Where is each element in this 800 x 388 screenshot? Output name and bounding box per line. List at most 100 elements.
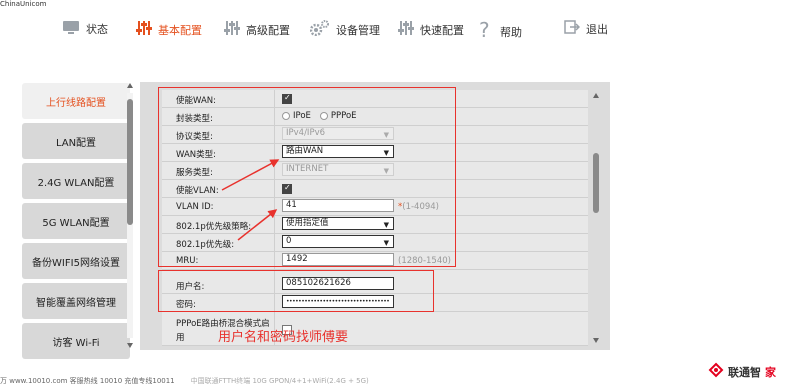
gears-icon <box>309 20 330 39</box>
nav-status-label: 状态 <box>86 22 108 36</box>
sliders-icon <box>224 20 240 39</box>
enable-wan-label: 使能WAN: <box>176 96 216 106</box>
mru-input[interactable]: 1492 <box>282 253 394 266</box>
scroll-up-icon[interactable] <box>593 93 599 98</box>
p8021-policy-label: 802.1p优先级策略: <box>176 222 252 232</box>
footer-contact: 万 www.10010.com 客服热线 10010 充值专线10011 <box>0 377 175 385</box>
help-icon: ? <box>478 18 494 43</box>
p8021-policy-select[interactable]: 使用指定值 ▼ <box>282 217 394 230</box>
p8021-label: 802.1p优先级: <box>176 240 235 250</box>
chevron-down-icon: ▼ <box>383 221 389 229</box>
nav-basic-config[interactable]: 基本配置 <box>136 20 202 39</box>
mru-label: MRU: <box>176 256 199 266</box>
row-password: 密码: •••••••••••••••••••••••••••••••••• <box>162 294 588 312</box>
p8021-policy-value: 使用指定值 <box>286 218 329 228</box>
logo-text: 联通智 <box>728 365 761 379</box>
encap-ipoe-label: IPoE <box>293 111 311 121</box>
enable-vlan-label: 使能VLAN: <box>176 186 219 196</box>
nav-basic-config-label: 基本配置 <box>158 23 202 37</box>
chevron-down-icon: ▼ <box>383 149 389 157</box>
row-wan-type: WAN类型: 路由WAN ▼ <box>162 144 588 162</box>
row-mru: MRU: 1492 (1280-1540) <box>162 252 588 270</box>
encap-pppoe-radio[interactable] <box>319 112 328 120</box>
logo-text-red: 家 <box>765 365 776 379</box>
vlan-id-hint: (1-4094) <box>402 202 439 212</box>
form-scrollbar[interactable] <box>592 93 600 343</box>
protocol-select: IPv4/IPv6 ▼ <box>282 127 394 140</box>
nav-logout-label: 退出 <box>586 22 608 36</box>
vlan-id-label: VLAN ID: <box>176 202 214 212</box>
row-8021p: 802.1p优先级: 0 ▼ <box>162 234 588 252</box>
service-value: INTERNET <box>286 164 329 174</box>
username-input[interactable]: 085102621626 <box>282 277 394 290</box>
wan-config-form: 使能WAN: 封装类型: IPoE PPPoE 协议类型: IPv4/IPv6 ▼… <box>162 90 588 346</box>
chevron-down-icon: ▼ <box>383 167 389 175</box>
chevron-down-icon: ▼ <box>383 239 389 247</box>
sidebar-item-smart-coverage[interactable]: 智能覆盖网络管理 <box>22 283 130 319</box>
sidebar-item-guest-wifi[interactable]: 访客 Wi-Fi <box>22 323 130 359</box>
sliders-icon <box>398 20 414 39</box>
row-protocol: 协议类型: IPv4/IPv6 ▼ <box>162 126 588 144</box>
enable-vlan-checkbox[interactable] <box>282 183 292 194</box>
scroll-up-icon[interactable] <box>127 83 133 88</box>
svg-text:?: ? <box>479 20 490 40</box>
encap-pppoe-label: PPPoE <box>330 111 357 121</box>
nav-logout[interactable]: 退出 <box>564 20 608 37</box>
sidebar-item-wlan-5g[interactable]: 5G WLAN配置 <box>22 203 130 239</box>
vlan-id-input[interactable]: 41 <box>282 199 394 212</box>
scroll-thumb[interactable] <box>127 99 133 225</box>
p8021-select[interactable]: 0 ▼ <box>282 235 394 248</box>
sidebar-item-wlan-24g[interactable]: 2.4G WLAN配置 <box>22 163 130 199</box>
annotation-note: 用户名和密码找师傅要 <box>218 330 349 345</box>
row-username: 用户名: 085102621626 <box>162 276 588 294</box>
sidebar-scrollbar[interactable] <box>126 83 134 348</box>
nav-device-management-label: 设备管理 <box>336 23 380 37</box>
sliders-icon <box>136 20 152 39</box>
nav-help-label: 帮助 <box>500 25 522 39</box>
brand-watermark: ChinaUnicom <box>0 0 47 8</box>
wan-type-label: WAN类型: <box>176 150 216 160</box>
encap-ipoe-radio[interactable] <box>282 112 290 120</box>
password-label: 密码: <box>176 300 196 310</box>
logout-icon <box>564 20 581 37</box>
nav-help[interactable]: ? 帮助 <box>478 18 522 43</box>
row-enable-vlan: 使能VLAN: <box>162 180 588 198</box>
protocol-label: 协议类型: <box>176 132 213 142</box>
nav-quick-config-label: 快速配置 <box>420 23 464 37</box>
top-navigation: 状态 基本配置 高级配置 设备管理 快速配置 ? 帮助 退出 <box>0 8 800 52</box>
protocol-value: IPv4/IPv6 <box>286 128 326 138</box>
row-8021p-policy: 802.1p优先级策略: 使用指定值 ▼ <box>162 216 588 234</box>
scroll-down-icon[interactable] <box>593 338 599 343</box>
nav-status[interactable]: 状态 <box>62 20 108 37</box>
wan-type-select[interactable]: 路由WAN ▼ <box>282 145 394 158</box>
service-select: INTERNET ▼ <box>282 163 394 176</box>
service-label: 服务类型: <box>176 168 213 178</box>
scroll-down-icon[interactable] <box>127 343 133 348</box>
sidebar-item-uplink[interactable]: 上行线路配置 <box>22 83 130 119</box>
sidebar-item-lan[interactable]: LAN配置 <box>22 123 130 159</box>
nav-advanced-config-label: 高级配置 <box>246 23 290 37</box>
encap-label: 封装类型: <box>176 114 213 124</box>
username-label: 用户名: <box>176 282 205 292</box>
nav-device-management[interactable]: 设备管理 <box>309 20 380 39</box>
sidebar-item-backup-wifi5[interactable]: 备份WIFI5网络设置 <box>22 243 130 279</box>
footer-device-tag: 中国联通FTTH终端 10G GPON/4+1+WiFi(2.4G + 5G) <box>190 377 369 385</box>
footer: 万 www.10010.com 客服热线 10010 充值专线10011 中国联通… <box>0 376 369 386</box>
p8021-value: 0 <box>286 236 292 246</box>
row-enable-wan: 使能WAN: <box>162 90 588 108</box>
router-admin-page: ChinaUnicom 状态 基本配置 高级配置 设备管理 快速配置 ? 帮助 … <box>0 0 800 388</box>
row-service: 服务类型: INTERNET ▼ <box>162 162 588 180</box>
unicom-logo-icon <box>708 362 724 381</box>
wan-type-value: 路由WAN <box>286 146 324 156</box>
nav-advanced-config[interactable]: 高级配置 <box>224 20 290 39</box>
brand-logo: 联通智家 <box>708 362 776 381</box>
row-vlan-id: VLAN ID: 41 *(1-4094) <box>162 198 588 216</box>
row-encap: 封装类型: IPoE PPPoE <box>162 108 588 126</box>
scroll-thumb[interactable] <box>593 153 599 213</box>
nav-quick-config[interactable]: 快速配置 <box>398 20 464 39</box>
chevron-down-icon: ▼ <box>383 131 389 139</box>
mru-hint: (1280-1540) <box>398 256 451 266</box>
password-input[interactable]: •••••••••••••••••••••••••••••••••• <box>282 295 394 308</box>
enable-wan-checkbox[interactable] <box>282 93 292 104</box>
monitor-icon <box>62 20 80 37</box>
